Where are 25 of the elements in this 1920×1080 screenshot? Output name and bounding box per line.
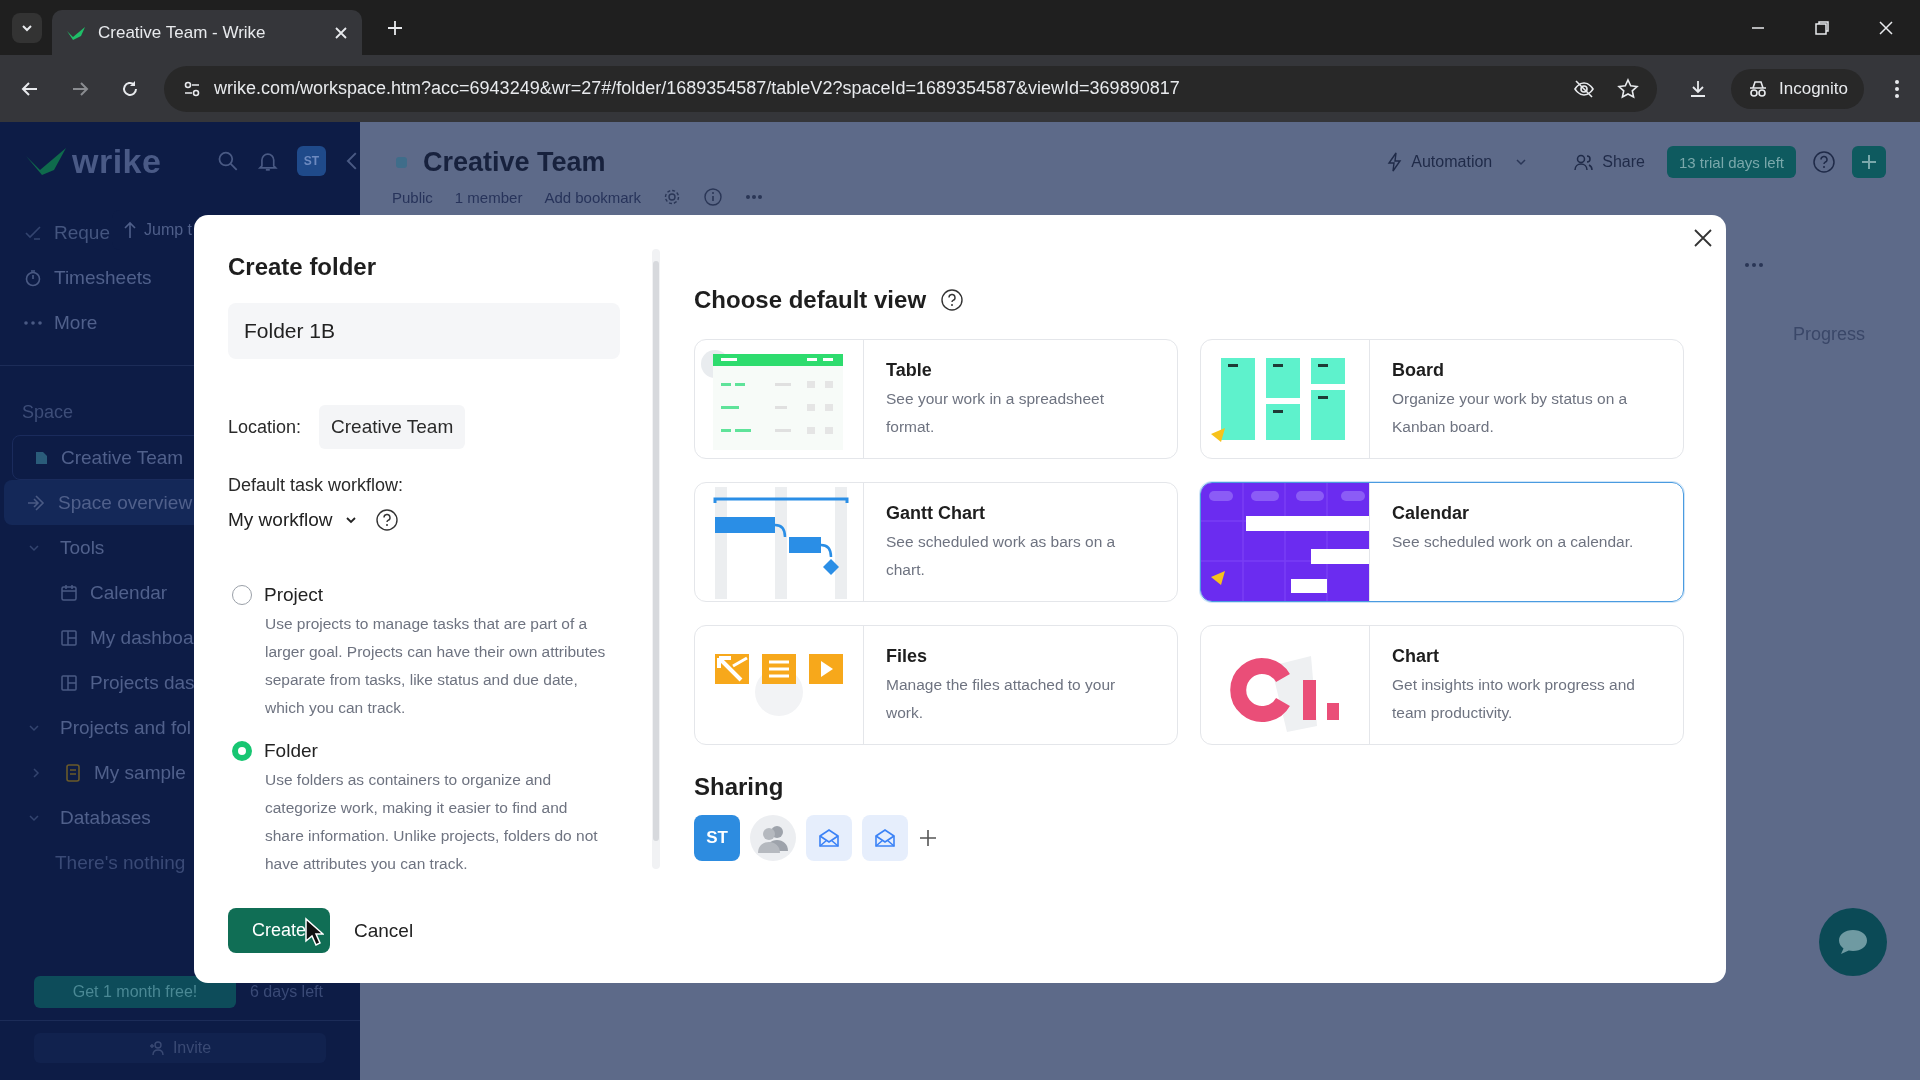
option-label: Project	[264, 584, 324, 606]
view-description: Organize your work by status on a Kanban board.	[1392, 389, 1629, 437]
section-title: Sharing	[694, 773, 785, 801]
section-title: Choose default view	[694, 286, 927, 314]
view-title: Calendar	[1392, 503, 1471, 524]
view-title: Gantt Chart	[886, 503, 986, 524]
view-description: See scheduled work as bars on a chart.	[886, 532, 1117, 580]
meta-label: Public	[392, 188, 433, 206]
logo-text: wrike	[72, 141, 162, 181]
view-title: Chart	[1392, 646, 1440, 667]
field-label: Location:	[228, 416, 302, 438]
option-description: Use projects to manage tasks that are part of a larger goal. Projects can have their own attributes separate from tasks, like status and due date, which you can track.	[265, 614, 607, 718]
url-text: wrike.com/workspace.htm?acc=6943249&wr=27#/folder/1689354587/tableV2?spaceId=1689354587&viewId=369890817	[214, 78, 1180, 99]
view-title: Files	[886, 646, 929, 667]
dialog-title: Create folder	[228, 253, 378, 281]
view-description: See your work in a spreadsheet format.	[886, 389, 1105, 437]
tab-title: Creative Team - Wrike	[98, 22, 267, 43]
view-description: See scheduled work on a calendar.	[1392, 532, 1634, 552]
option-description: Use folders as containers to organize and categorize work, making it easier to find and share information. Unlike projects, folders do not have attributes you can track.	[265, 770, 599, 874]
view-description: Get insights into work progress and team productivity.	[1392, 675, 1636, 723]
option-label: Folder	[264, 740, 318, 762]
view-description: Manage the files attached to your work.	[886, 675, 1117, 723]
page-title: Creative Team	[423, 146, 606, 178]
view-title: Board	[1392, 360, 1445, 381]
view-title: Table	[886, 360, 933, 381]
